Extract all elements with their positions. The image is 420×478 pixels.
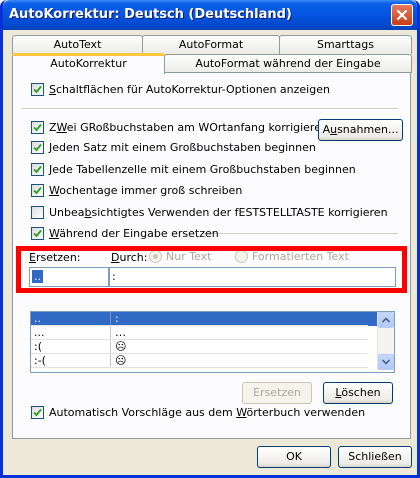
checkmark-icon [33,165,42,174]
panel-content: Schaltflächen für AutoKorrektur-Optionen… [3,0,417,475]
checkbox-weekdays[interactable] [31,184,44,197]
entry-replace-cell: ... [31,326,111,340]
checkmark-icon [33,229,42,238]
checkmark-icon [33,85,42,94]
checkbox-show-buttons[interactable] [31,83,44,96]
option-weekdays[interactable]: Wochentage immer groß schreiben [31,184,242,197]
option-label: Schaltflächen für AutoKorrektur-Optionen… [49,83,330,96]
option-label: Jeden Satz mit einem Großbuchstaben begi… [49,141,316,154]
list-item[interactable]: :( ☹ [31,340,394,354]
checkmark-icon [33,143,42,152]
checkbox-replace-as-you-type[interactable] [31,227,44,240]
delete-button[interactable]: Löschen [323,382,393,404]
replace-button[interactable]: Ersetzen [242,382,312,404]
checkmark-icon [33,186,42,195]
entries-rows: ..:... … :( ☹ :-( ☹ [31,312,394,368]
checkbox-capslock[interactable] [31,206,44,219]
checkbox-two-caps[interactable] [31,121,44,134]
option-label: ZWei GRoßbuchstaben am WOrtanfang korrig… [49,121,328,134]
option-table-cell-capital[interactable]: Jede Tabellenzelle mit einem Großbuchsta… [31,163,356,176]
autocorrect-dialog: AutoKorrektur: Deutsch (Deutschland) Aut… [0,0,420,478]
scroll-down-button[interactable] [378,354,394,370]
list-scrollbar[interactable] [377,312,394,370]
exceptions-button[interactable]: Ausnahmen... [318,119,403,141]
scroll-up-button[interactable] [378,312,394,328]
checkmark-icon [33,408,42,417]
option-label: Wochentage immer groß schreiben [49,184,243,197]
list-item[interactable]: ..: [31,312,394,326]
entry-with-cell: : [115,312,119,325]
option-capslock[interactable]: Unbeabsichtigtes Verwenden der fESTSTELL… [31,206,388,219]
divider [203,233,398,234]
entry-replace-cell: .. [31,312,111,326]
option-show-buttons[interactable]: Schaltflächen für AutoKorrektur-Optionen… [31,83,330,96]
option-dictionary-suggestions[interactable]: Automatisch Vorschläge aus dem Wörterbuc… [31,406,365,419]
option-two-caps[interactable]: ZWei GRoßbuchstaben am WOrtanfang korrig… [31,121,328,134]
entry-with-cell: … [115,326,126,339]
entry-with-cell: ☹ [115,340,127,353]
checkmark-icon [33,123,42,132]
highlight-frame [16,246,407,293]
checkbox-dictionary-suggestions[interactable] [31,406,44,419]
option-replace-as-you-type[interactable]: Während der Eingabe ersetzen [31,227,219,240]
list-item[interactable]: :-( ☹ [31,354,394,368]
option-label: Jede Tabellenzelle mit einem Großbuchsta… [49,163,356,176]
option-label: Während der Eingabe ersetzen [49,227,219,240]
entries-list[interactable]: ..:... … :( ☹ :-( ☹ [30,311,395,373]
entry-with-cell: ☹ [115,354,127,367]
ok-button[interactable]: OK [257,446,331,468]
option-sentence-capital[interactable]: Jeden Satz mit einem Großbuchstaben begi… [31,141,316,154]
checkbox-sentence-capital[interactable] [31,141,44,154]
entry-replace-cell: :( [31,340,111,354]
entry-replace-cell: :-( [31,354,111,368]
chevron-up-icon [382,317,390,323]
checkbox-table-cell-capital[interactable] [31,163,44,176]
option-label: Automatisch Vorschläge aus dem Wörterbuc… [49,406,366,419]
close-button[interactable]: Schließen [338,446,412,468]
chevron-down-icon [382,359,390,365]
divider [22,108,398,109]
option-label: Unbeabsichtigtes Verwenden der fESTSTELL… [49,206,388,219]
list-item[interactable]: ... … [31,326,394,340]
